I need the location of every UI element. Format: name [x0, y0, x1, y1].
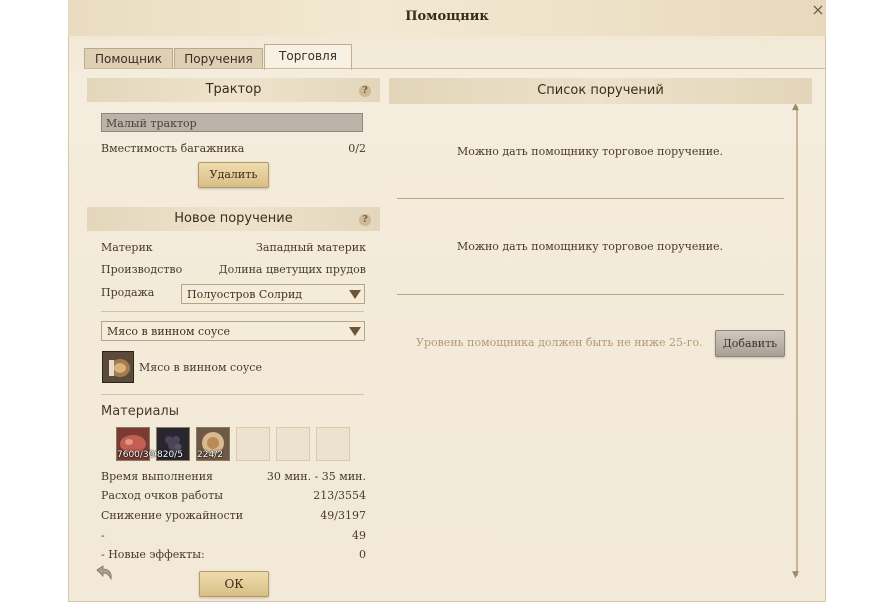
- capacity-value: 0/2: [348, 142, 366, 155]
- help-icon[interactable]: ?: [359, 85, 371, 97]
- stat-label: - Новые эффекты:: [101, 548, 205, 561]
- help-icon[interactable]: ?: [359, 214, 371, 226]
- material-qty: 7600/300: [117, 450, 161, 460]
- stat-value: 49: [352, 529, 366, 542]
- stat-label: -: [101, 529, 105, 542]
- close-icon[interactable]: ×: [810, 2, 826, 18]
- sale-label: Продажа: [101, 286, 155, 299]
- order-slot-message: Можно дать помощнику торговое поручение.: [456, 240, 724, 253]
- delete-button[interactable]: Удалить: [198, 162, 269, 188]
- divider: [397, 198, 784, 199]
- window-title: Помощник: [405, 9, 489, 24]
- order-slot-message: Можно дать помощнику торговое поручение.: [456, 145, 724, 158]
- tab-divider: [84, 68, 826, 69]
- tab-helper[interactable]: Помощник: [84, 48, 173, 69]
- material-qty: 820/5: [157, 450, 183, 460]
- undo-icon[interactable]: [94, 565, 114, 581]
- product-name: Мясо в винном соусе: [139, 361, 262, 374]
- chevron-down-icon: [349, 327, 361, 336]
- stat-label: Расход очков работы: [101, 489, 223, 502]
- production-label: Производство: [101, 263, 183, 276]
- production-value: Долина цветущих прудов: [218, 263, 366, 276]
- new-order-header: Новое поручение: [87, 207, 380, 231]
- material-slot-grapes[interactable]: 820/5: [156, 427, 190, 461]
- scrollbar[interactable]: [796, 106, 798, 576]
- divider: [101, 311, 364, 312]
- stat-value: 0: [359, 548, 366, 561]
- material-qty: 224/2: [197, 450, 223, 460]
- material-slot-meat[interactable]: 7600/300: [116, 427, 160, 461]
- add-order-button[interactable]: Добавить: [715, 330, 785, 357]
- scroll-down-icon[interactable]: ▼: [792, 570, 799, 580]
- material-slot-empty[interactable]: [316, 427, 350, 461]
- stat-value: 49/3197: [320, 509, 366, 522]
- order-list-panel: Список поручений Можно дать помощнику то…: [389, 78, 812, 580]
- divider: [101, 394, 364, 395]
- tractor-header-label: Трактор: [205, 82, 262, 97]
- ok-button[interactable]: ОК: [199, 571, 269, 597]
- tractor-name-field[interactable]: Малый трактор: [101, 113, 363, 132]
- new-order-header-label: Новое поручение: [174, 211, 293, 226]
- capacity-label: Вместимость багажника: [101, 142, 245, 155]
- tab-orders[interactable]: Поручения: [174, 48, 263, 69]
- level-requirement-text: Уровень помощника должен быть не ниже 25…: [416, 336, 703, 349]
- scroll-up-icon[interactable]: ▲: [792, 102, 799, 112]
- stat-label: Снижение урожайности: [101, 509, 244, 522]
- tab-trade[interactable]: Торговля: [264, 44, 352, 70]
- continent-value: Западный материк: [256, 241, 366, 254]
- stat-label: Время выполнения: [101, 470, 213, 483]
- stat-value: 30 мин. - 35 мин.: [266, 470, 366, 483]
- divider: [397, 294, 784, 295]
- title-bar[interactable]: Помощник ×: [68, 0, 826, 36]
- product-dropdown[interactable]: Мясо в винном соусе: [101, 321, 365, 341]
- continent-label: Материк: [101, 241, 153, 254]
- tractor-header: Трактор: [87, 78, 380, 102]
- sale-dropdown-value: Полуостров Солрид: [187, 288, 303, 301]
- chevron-down-icon: [349, 290, 361, 299]
- material-slot-empty[interactable]: [236, 427, 270, 461]
- order-list-header: Список поручений: [389, 78, 812, 104]
- stat-value: 213/3554: [313, 489, 366, 502]
- sale-dropdown[interactable]: Полуостров Солрид: [181, 284, 365, 304]
- material-slot-empty[interactable]: [276, 427, 310, 461]
- materials-title: Материалы: [101, 404, 179, 419]
- material-slot-ingredient[interactable]: 224/2: [196, 427, 230, 461]
- product-dropdown-value: Мясо в винном соусе: [107, 325, 230, 338]
- product-icon[interactable]: [102, 351, 134, 383]
